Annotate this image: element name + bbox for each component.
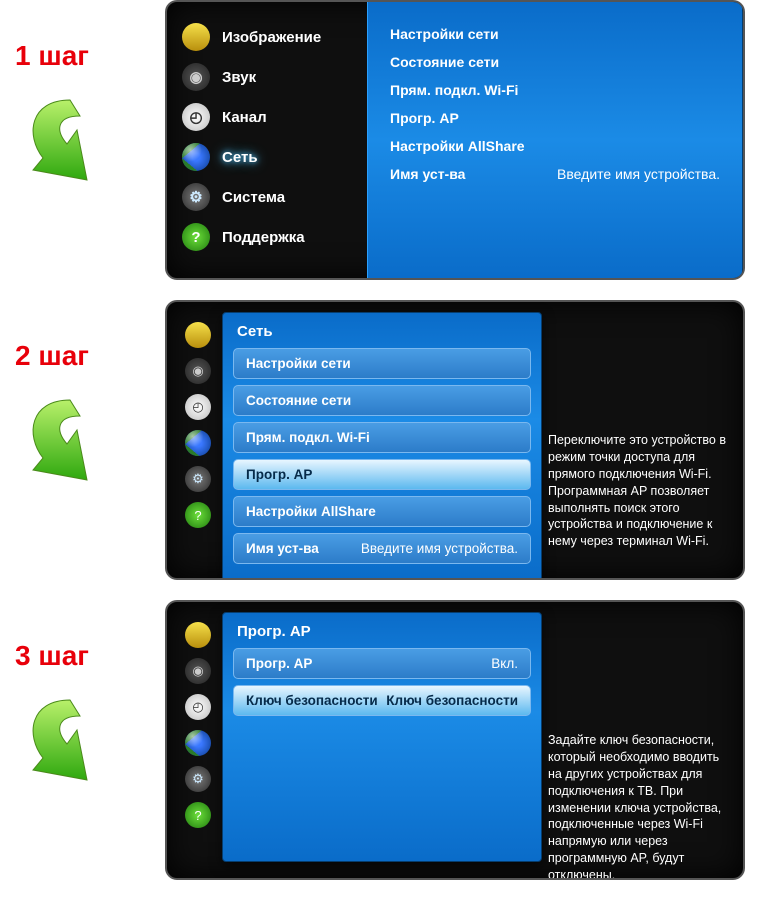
menu-label: Канал — [222, 109, 267, 126]
panel-security-key[interactable]: Ключ безопасности Ключ безопасности — [233, 685, 531, 716]
menu-item-network[interactable]: Сеть — [182, 137, 367, 177]
submenu-wifi-direct[interactable]: Прям. подкл. Wi-Fi — [390, 76, 720, 104]
submenu-allshare[interactable]: Настройки AllShare — [390, 132, 720, 160]
panel-net-settings[interactable]: Настройки сети — [233, 348, 531, 379]
menu-label: Система — [222, 189, 285, 206]
tv-screen-1: Изображение ◉ Звук ◴ Канал Сеть ⚙ Систем… — [165, 0, 745, 280]
menu-label: Изображение — [222, 29, 321, 46]
menu-item-system[interactable]: ⚙ Система — [182, 177, 367, 217]
panel-net-status[interactable]: Состояние сети — [233, 385, 531, 416]
step-arrow-icon — [15, 680, 135, 790]
panel-soft-ap[interactable]: Прогр. AP — [233, 459, 531, 490]
mini-icon-column: ◉ ◴ ⚙ ? — [185, 622, 215, 838]
tv-screen-2: ◉ ◴ ⚙ ? Сеть Настройки сети Состояние се… — [165, 300, 745, 580]
submenu-device-name[interactable]: Имя уст-ва Введите имя устройства. — [390, 160, 720, 188]
step-3-label: 3 шаг — [15, 640, 165, 672]
menu-item-sound[interactable]: ◉ Звук — [182, 57, 367, 97]
sound-icon[interactable]: ◉ — [185, 658, 211, 684]
help-text: Переключите это устройство в режим точки… — [548, 432, 728, 550]
step-arrow-icon — [15, 380, 135, 490]
panel-allshare[interactable]: Настройки AllShare — [233, 496, 531, 527]
gear-icon[interactable]: ⚙ — [185, 466, 211, 492]
mini-icon-column: ◉ ◴ ⚙ ? — [185, 322, 215, 538]
globe-icon[interactable] — [185, 730, 211, 756]
support-icon: ? — [182, 223, 210, 251]
menu-label: Звук — [222, 69, 256, 86]
network-panel: Сеть Настройки сети Состояние сети Прям.… — [222, 312, 542, 580]
channel-icon: ◴ — [182, 103, 210, 131]
tv-screen-3: ◉ ◴ ⚙ ? Прогр. AP Прогр. AP Вкл. Ключ бе… — [165, 600, 745, 880]
panel-wifi-direct[interactable]: Прям. подкл. Wi-Fi — [233, 422, 531, 453]
panel-title: Прогр. AP — [233, 621, 531, 648]
panel-title: Сеть — [233, 321, 531, 348]
panel-device-name[interactable]: Имя уст-ва Введите имя устройства. — [233, 533, 531, 564]
menu-item-channel[interactable]: ◴ Канал — [182, 97, 367, 137]
submenu-net-settings[interactable]: Настройки сети — [390, 20, 720, 48]
step-arrow-icon — [15, 80, 135, 190]
gear-icon[interactable]: ⚙ — [185, 766, 211, 792]
step-2-label: 2 шаг — [15, 340, 165, 372]
submenu-soft-ap[interactable]: Прогр. AP — [390, 104, 720, 132]
menu-label: Сеть — [222, 149, 258, 166]
step-1-label: 1 шаг — [15, 40, 165, 72]
menu-item-picture[interactable]: Изображение — [182, 17, 367, 57]
support-icon[interactable]: ? — [185, 802, 211, 828]
picture-icon — [182, 23, 210, 51]
globe-icon[interactable] — [185, 430, 211, 456]
gear-icon: ⚙ — [182, 183, 210, 211]
sound-icon: ◉ — [182, 63, 210, 91]
submenu-net-status[interactable]: Состояние сети — [390, 48, 720, 76]
channel-icon[interactable]: ◴ — [185, 694, 211, 720]
support-icon[interactable]: ? — [185, 502, 211, 528]
menu-item-support[interactable]: ? Поддержка — [182, 217, 367, 257]
picture-icon[interactable] — [185, 322, 211, 348]
network-submenu: Настройки сети Состояние сети Прям. подк… — [367, 2, 743, 278]
menu-label: Поддержка — [222, 229, 305, 246]
help-text: Задайте ключ безопасности, который необх… — [548, 732, 728, 880]
panel-soft-ap-toggle[interactable]: Прогр. AP Вкл. — [233, 648, 531, 679]
sound-icon[interactable]: ◉ — [185, 358, 211, 384]
picture-icon[interactable] — [185, 622, 211, 648]
soft-ap-panel: Прогр. AP Прогр. AP Вкл. Ключ безопаснос… — [222, 612, 542, 862]
globe-icon — [182, 143, 210, 171]
channel-icon[interactable]: ◴ — [185, 394, 211, 420]
main-menu: Изображение ◉ Звук ◴ Канал Сеть ⚙ Систем… — [167, 2, 367, 278]
